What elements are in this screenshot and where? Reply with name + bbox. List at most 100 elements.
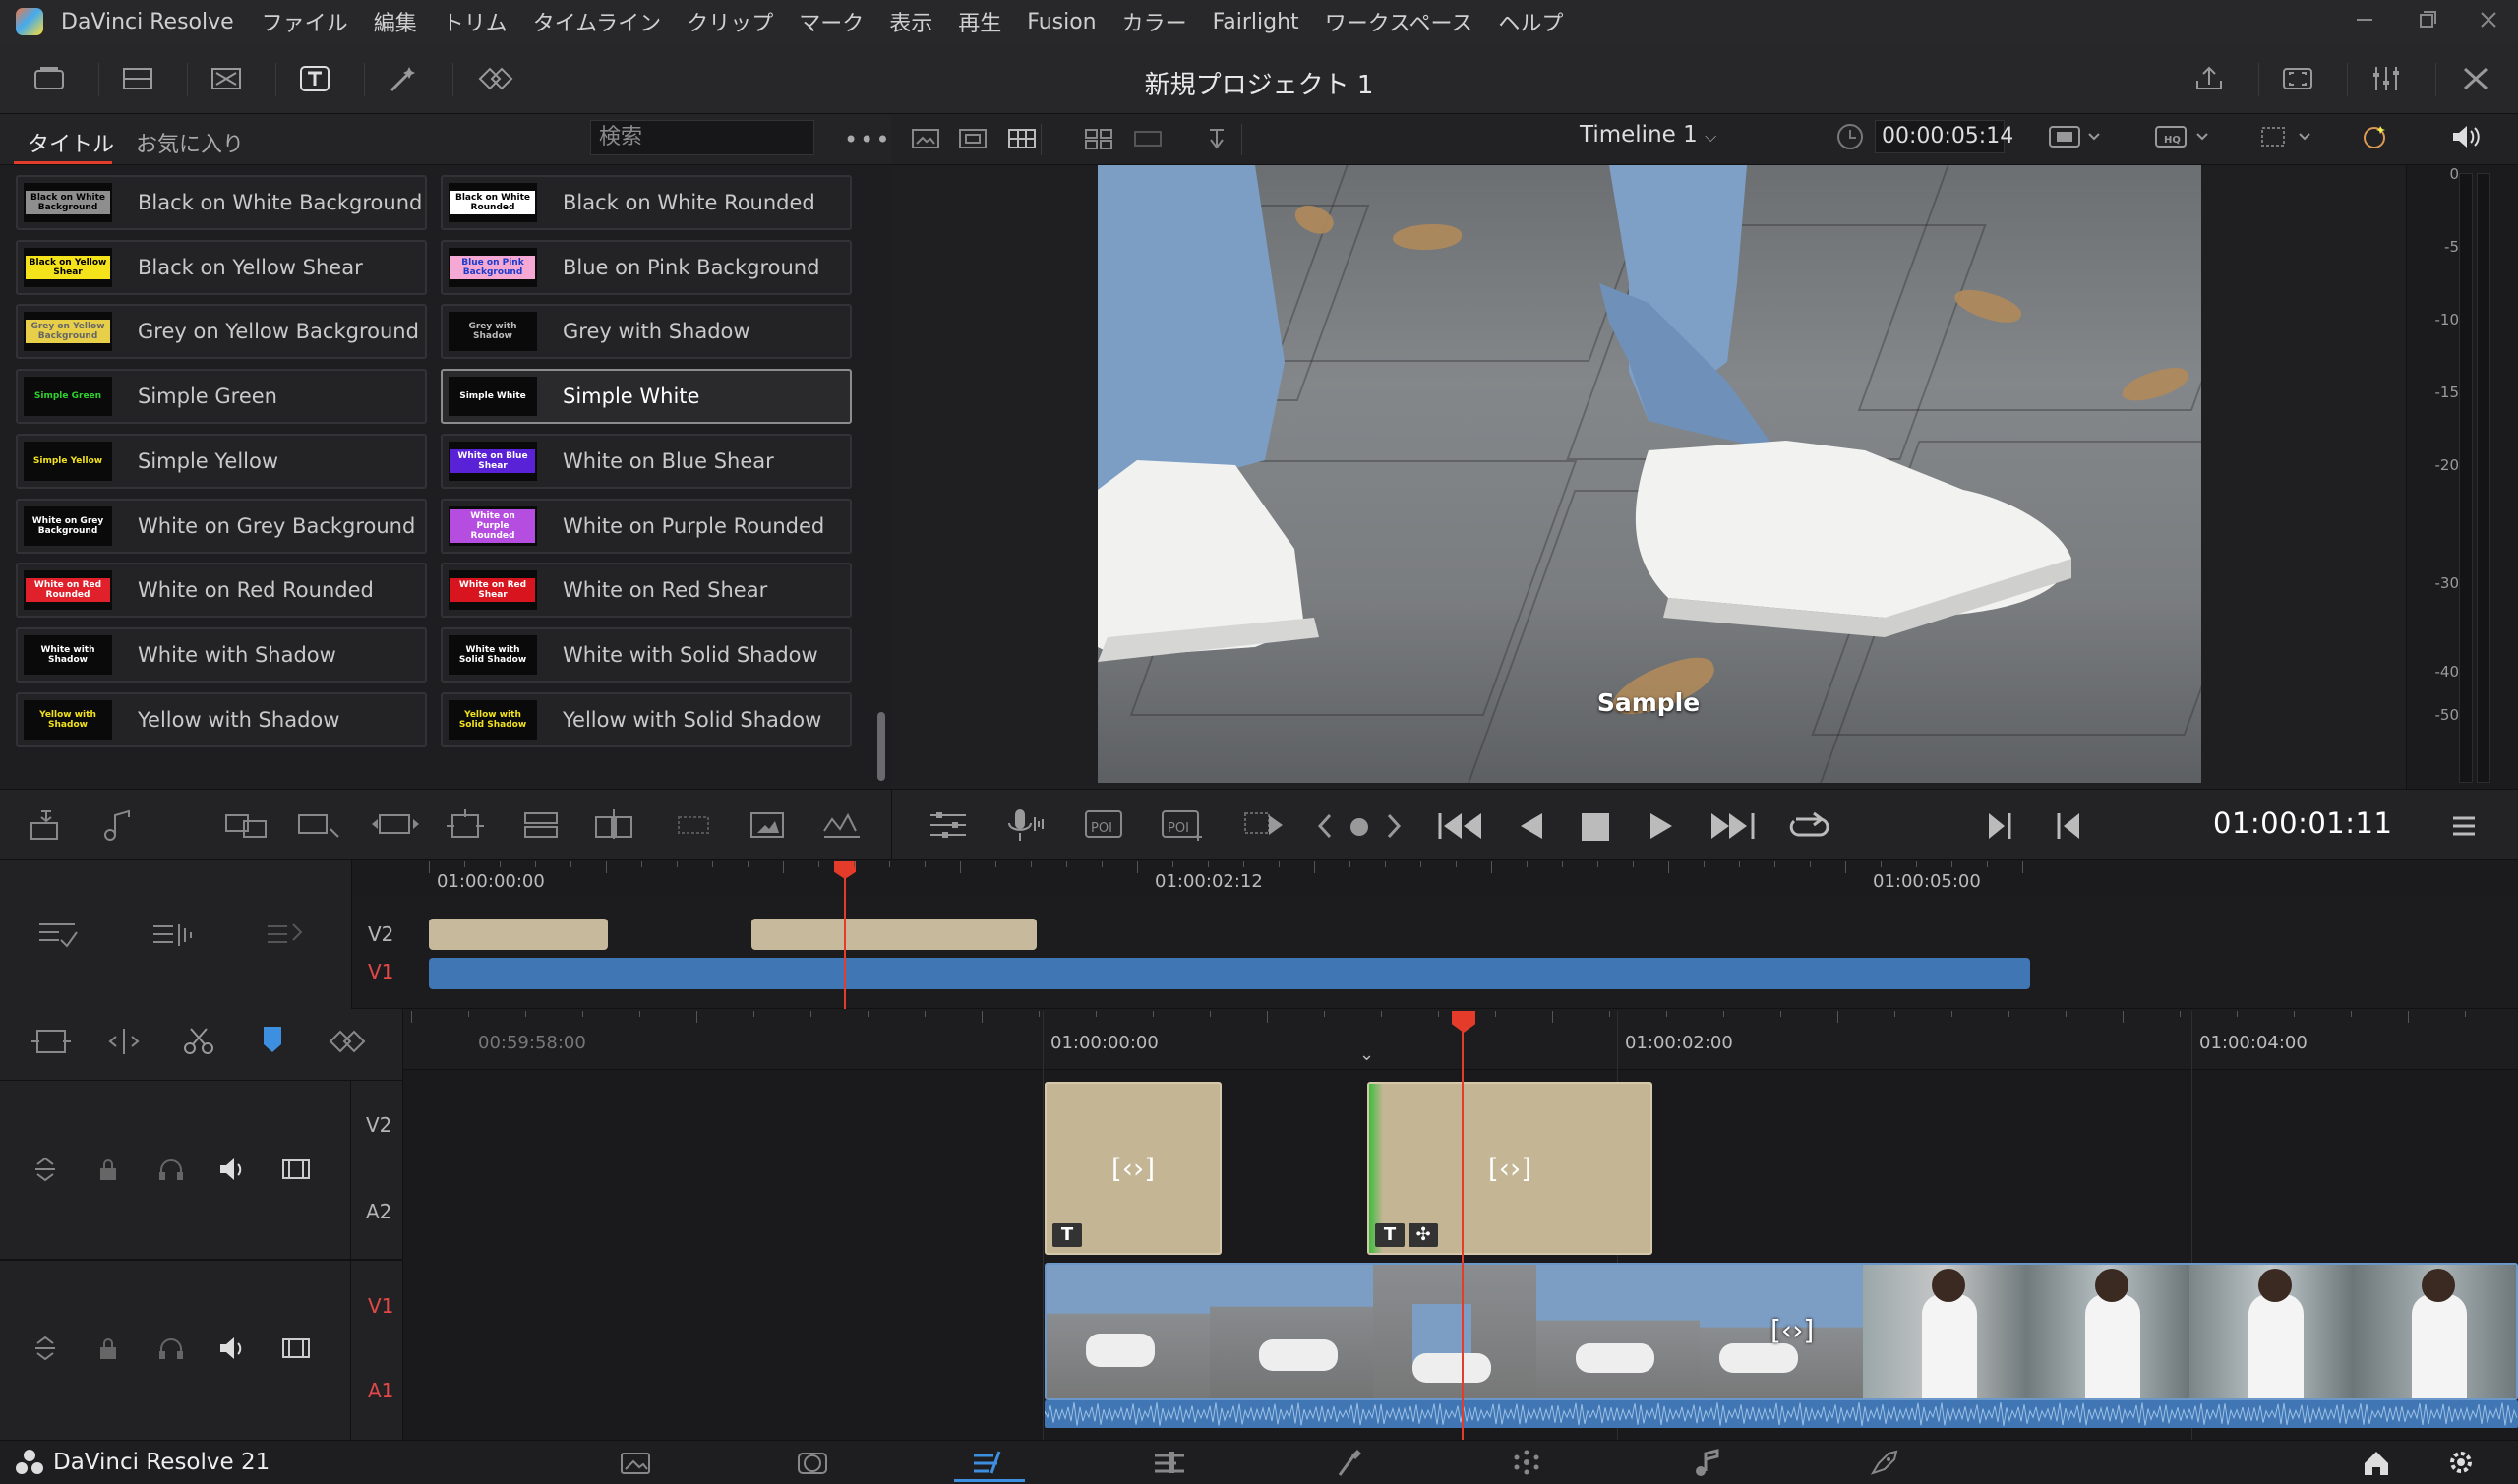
title-item[interactable]: White on Grey Background White on Grey Ba… [16,499,427,554]
solo-headphones-icon[interactable] [157,1157,185,1182]
title-item[interactable]: Black on White Background Black on White … [16,175,427,230]
track-height-icon[interactable] [33,1157,57,1182]
mute-speaker-icon[interactable] [218,1336,248,1361]
timeline-options-icon[interactable] [35,917,79,952]
filmstrip-icon[interactable] [1007,126,1037,151]
menu-edit[interactable]: 編集 [374,6,417,37]
poi-icon[interactable]: POI [1082,807,1129,843]
trim-mode-icon[interactable] [30,1027,73,1056]
play-icon[interactable] [1645,809,1678,843]
inspector-icon[interactable] [2363,57,2410,100]
stop-marker-icon[interactable] [1348,815,1371,839]
menu-workspace[interactable]: ワークスペース [1325,6,1473,37]
smart-insert-icon[interactable] [222,807,271,843]
lower-playhead[interactable] [1462,1011,1464,1440]
options-menu-icon[interactable] [2449,811,2479,841]
transitions-icon[interactable] [203,57,250,100]
replace-icon[interactable] [669,807,718,843]
menu-fusion[interactable]: Fusion [1027,10,1096,34]
track-height-icon[interactable] [33,1336,57,1361]
page-cut-icon[interactable] [777,1444,848,1481]
video-clip[interactable]: [‹›] [1045,1263,2518,1400]
media-pool-icon[interactable] [26,57,73,100]
playback-resolution-icon[interactable]: HQ [2154,122,2213,151]
title-overlay-text[interactable]: Sample [1491,688,1806,717]
title-item[interactable]: Simple White Simple White [441,369,852,424]
transform-overlay-icon[interactable] [2256,122,2315,151]
page-color-wheels-icon[interactable] [1491,1444,1562,1481]
menu-color[interactable]: カラー [1122,6,1187,37]
menu-trim[interactable]: トリム [443,6,508,37]
page-fusion-icon[interactable] [1135,1444,1206,1481]
close-up-icon[interactable] [445,807,488,843]
mark-in-icon[interactable] [1983,809,2014,843]
zoom-track-icon[interactable] [264,917,307,952]
ripple-overwrite-icon[interactable] [368,807,423,843]
menu-playback[interactable]: 再生 [958,6,1001,37]
single-viewer-icon[interactable] [911,126,940,151]
menu-timeline[interactable]: タイムライン [533,6,661,37]
title-item[interactable]: Simple Yellow Simple Yellow [16,434,427,489]
sort-icon[interactable] [1202,126,1231,151]
settings-gear-icon[interactable] [2426,1444,2496,1481]
go-to-first-frame-icon[interactable] [1436,809,1487,843]
keyframe-diamond-icon[interactable] [327,1027,370,1056]
lock-track-icon[interactable] [96,1157,120,1182]
page-edit-icon[interactable] [954,1444,1025,1481]
title-item[interactable]: Blue on Pink Background Blue on Pink Back… [441,240,852,295]
title-item[interactable]: Grey with Shadow Grey with Shadow [441,304,852,359]
append-icon[interactable] [295,807,344,843]
audio-settings-icon[interactable] [927,807,970,843]
title-item[interactable]: White on Red Rounded White on Red Rounded [16,563,427,618]
fit-to-fill-icon[interactable] [748,807,787,843]
solo-headphones-icon[interactable] [157,1336,185,1361]
title-item[interactable]: Yellow with Solid Shadow Yellow with Soli… [441,692,852,747]
title-clip-selected[interactable]: [‹›] T ✣ [1367,1082,1652,1255]
upper-title-clip[interactable] [751,919,1037,950]
title-item[interactable]: White with Shadow White with Shadow [16,627,427,683]
fullscreen-icon[interactable] [2274,57,2321,100]
grid-view-icon[interactable] [1084,126,1113,151]
smart-reframe-icon[interactable] [2359,120,2392,153]
menu-file[interactable]: ファイル [262,6,348,37]
upper-title-clip[interactable] [429,919,608,950]
menu-help[interactable]: ヘルプ [1498,6,1563,37]
browser-scrollbar[interactable] [877,712,885,781]
marker-flag-icon[interactable] [258,1025,287,1056]
viewer-size-icon[interactable] [2048,122,2103,151]
tab-titles[interactable]: タイトル [28,127,114,158]
title-item[interactable]: Black on Yellow Shear Black on Yellow She… [16,240,427,295]
dual-viewer-icon[interactable] [958,126,988,151]
title-item[interactable]: White on Purple Rounded White on Purple R… [441,499,852,554]
record-timecode[interactable]: 01:00:01:11 [2213,806,2392,840]
lock-track-icon[interactable] [96,1336,120,1361]
place-on-top-icon[interactable] [521,807,561,843]
next-clip-icon[interactable] [1383,811,1405,841]
title-item[interactable]: Black on White Rounded Black on White Rou… [441,175,852,230]
title-item[interactable]: White on Blue Shear White on Blue Shear [441,434,852,489]
stop-icon[interactable] [1580,811,1611,843]
audio-volume-icon[interactable] [2449,122,2483,151]
upper-video-clip[interactable] [429,958,2030,989]
previous-clip-icon[interactable] [1314,811,1336,841]
mark-out-icon[interactable] [2054,809,2085,843]
restore-icon[interactable] [2416,8,2439,31]
insert-audio-icon[interactable] [98,807,138,843]
voiceover-mic-icon[interactable] [1003,807,1047,843]
effects-icon[interactable] [380,57,427,100]
close-icon[interactable] [2477,8,2500,31]
page-media-icon[interactable] [600,1444,671,1481]
page-fairlight-icon[interactable] [1672,1444,1743,1481]
menu-view[interactable]: 表示 [889,6,932,37]
timecode-clock-icon[interactable] [1835,122,1865,151]
menu-mark[interactable]: マーク [799,6,864,37]
go-to-last-frame-icon[interactable] [1706,809,1757,843]
sync-bin-icon[interactable] [114,57,161,100]
audio-clip[interactable] [1045,1400,2518,1428]
title-item[interactable]: White with Solid Shadow White with Solid … [441,627,852,683]
insert-clip-icon[interactable] [26,807,65,843]
poi-add-icon[interactable]: POI [1159,807,1206,843]
more-options-icon[interactable]: ••• [844,126,891,153]
timeline-name-dropdown[interactable]: Timeline 1 ⌵ [1580,122,1716,148]
title-item[interactable]: Yellow with Shadow Yellow with Shadow [16,692,427,747]
